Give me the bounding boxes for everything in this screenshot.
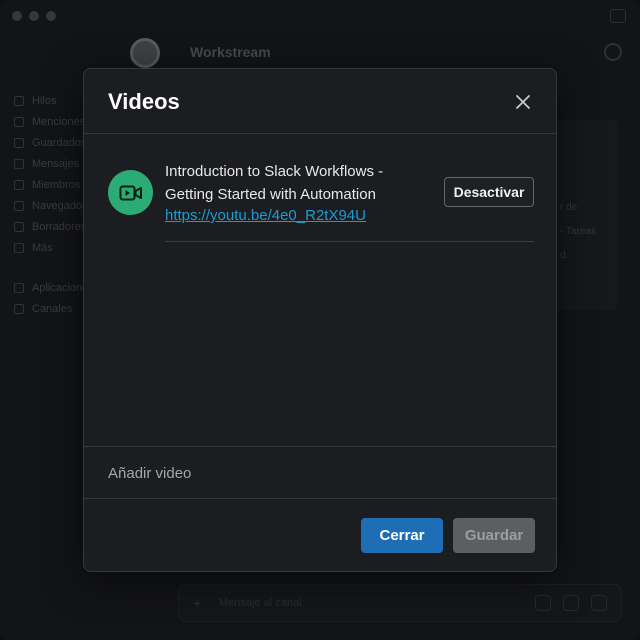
video-title: Introduction to Slack Workflows - Gettin…	[165, 163, 384, 203]
deactivate-button[interactable]: Desactivar	[444, 177, 534, 207]
content-divider	[84, 446, 556, 447]
modal-title: Videos	[108, 89, 180, 114]
video-url-link[interactable]: https://youtu.be/4e0_R2tX94U	[165, 206, 366, 226]
save-button[interactable]: Guardar	[453, 518, 535, 553]
videos-modal: Videos Introduction to Slack Workflows -…	[83, 68, 557, 572]
video-camera-icon	[108, 170, 153, 215]
row-divider	[165, 241, 534, 242]
close-icon[interactable]	[514, 93, 532, 111]
add-video-button[interactable]: Añadir video	[108, 465, 191, 482]
video-list-item: Introduction to Slack Workflows - Gettin…	[108, 153, 534, 243]
header-divider	[84, 133, 556, 134]
footer-divider	[84, 498, 556, 499]
close-button[interactable]: Cerrar	[361, 518, 443, 553]
